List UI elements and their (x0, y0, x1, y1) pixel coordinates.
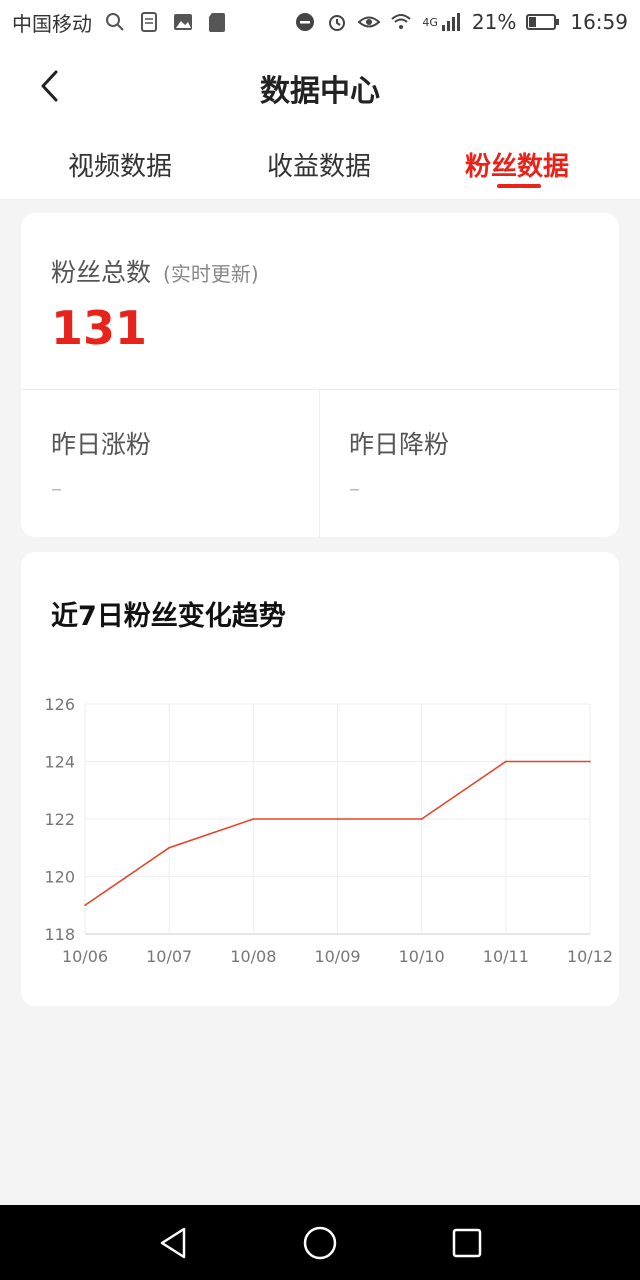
eye-icon (358, 11, 381, 33)
file-icon (138, 11, 160, 33)
yesterday-gain-value: – (51, 477, 62, 502)
fans-total-label: 粉丝总数 (51, 258, 152, 287)
x-tick-label: 10/10 (399, 947, 445, 966)
fans-total-label-row: 粉丝总数 (实时更新) (51, 253, 259, 289)
tab-fans-data[interactable]: 粉丝数据 (465, 146, 569, 183)
data-point (420, 818, 423, 820)
tab-video-data[interactable]: 视频数据 (68, 146, 172, 183)
signal-icon (440, 11, 462, 33)
search-icon (104, 11, 126, 33)
circle-home-icon (303, 1226, 337, 1259)
fans-trend-chart: 118 120 122 124 126 10/06 10/07 10/08 10/09 10/10… (44, 695, 613, 966)
sd-card-icon (206, 11, 228, 33)
page-title: 数据中心 (260, 74, 380, 109)
battery-percent: 21% (471, 10, 517, 34)
data-point (168, 846, 170, 849)
yesterday-loss-label: 昨日降粉 (349, 430, 450, 459)
x-tick-label: 10/08 (230, 947, 276, 966)
y-tick-label: 126 (44, 695, 75, 714)
x-tick-label: 10/09 (314, 947, 360, 966)
y-tick-label: 122 (44, 810, 75, 829)
battery-icon (526, 11, 560, 33)
square-recents-icon (452, 1228, 481, 1257)
active-tab-indicator (497, 184, 541, 188)
image-icon (172, 11, 194, 33)
y-tick-label: 124 (44, 753, 75, 772)
yesterday-loss-value: – (349, 477, 360, 502)
carrier-text: 中国移动 (12, 11, 92, 36)
fans-trend-card: 近7日粉丝变化趋势 118 120 122 124 126 10/06 10/07 10/08… (21, 552, 619, 1006)
data-point (84, 904, 86, 907)
x-tick-label: 10/07 (146, 947, 192, 966)
yesterday-gain-label: 昨日涨粉 (51, 430, 152, 459)
triangle-back-icon (161, 1227, 186, 1258)
data-point (336, 818, 339, 820)
fans-total-note: (实时更新) (163, 262, 259, 286)
network-type: 4G (422, 15, 438, 29)
nav-recents-button[interactable] (445, 1221, 489, 1265)
fans-summary-card: 粉丝总数 (实时更新) 131 昨日涨粉 – 昨日降粉 – (21, 213, 619, 537)
header: 数据中心 (0, 44, 640, 132)
time-text: 16:59 (570, 10, 628, 34)
status-bar: 中国移动 4G 21% 16:59 (0, 0, 640, 44)
navigation-bar (0, 1205, 640, 1280)
divider (319, 389, 320, 537)
wifi-icon (390, 11, 412, 33)
tab-bar: 视频数据 收益数据 粉丝数据 (0, 132, 640, 200)
data-point (252, 818, 255, 820)
data-point (589, 760, 591, 763)
y-tick-label: 120 (44, 868, 75, 887)
y-tick-label: 118 (44, 925, 75, 944)
x-tick-label: 10/12 (567, 947, 613, 966)
alarm-icon (326, 11, 348, 33)
tab-revenue-data[interactable]: 收益数据 (267, 146, 371, 183)
x-tick-label: 10/06 (62, 947, 108, 966)
divider (21, 389, 619, 390)
dnd-icon (294, 11, 316, 33)
nav-back-button[interactable] (151, 1221, 195, 1265)
fans-total-value: 131 (51, 301, 148, 355)
nav-home-button[interactable] (298, 1221, 342, 1265)
data-point (505, 760, 507, 763)
x-tick-label: 10/11 (483, 947, 529, 966)
